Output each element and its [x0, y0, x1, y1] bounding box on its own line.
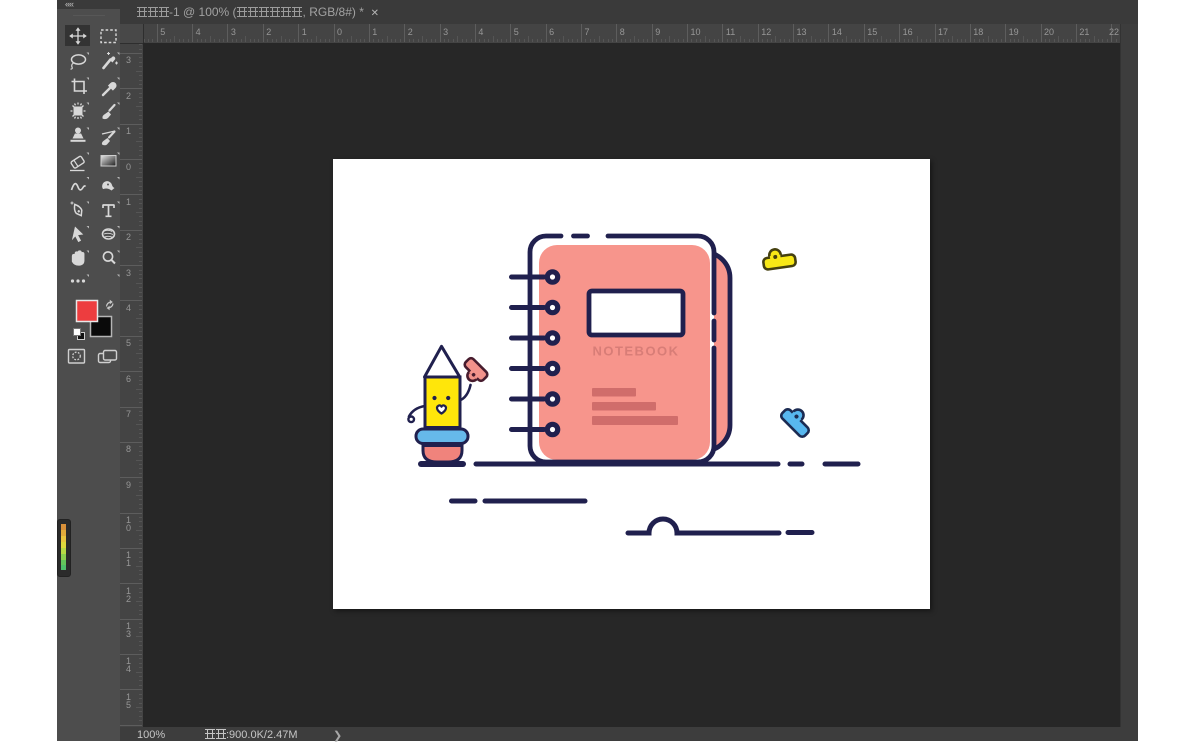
svg-text:NOTEBOOK: NOTEBOOK — [592, 344, 679, 359]
